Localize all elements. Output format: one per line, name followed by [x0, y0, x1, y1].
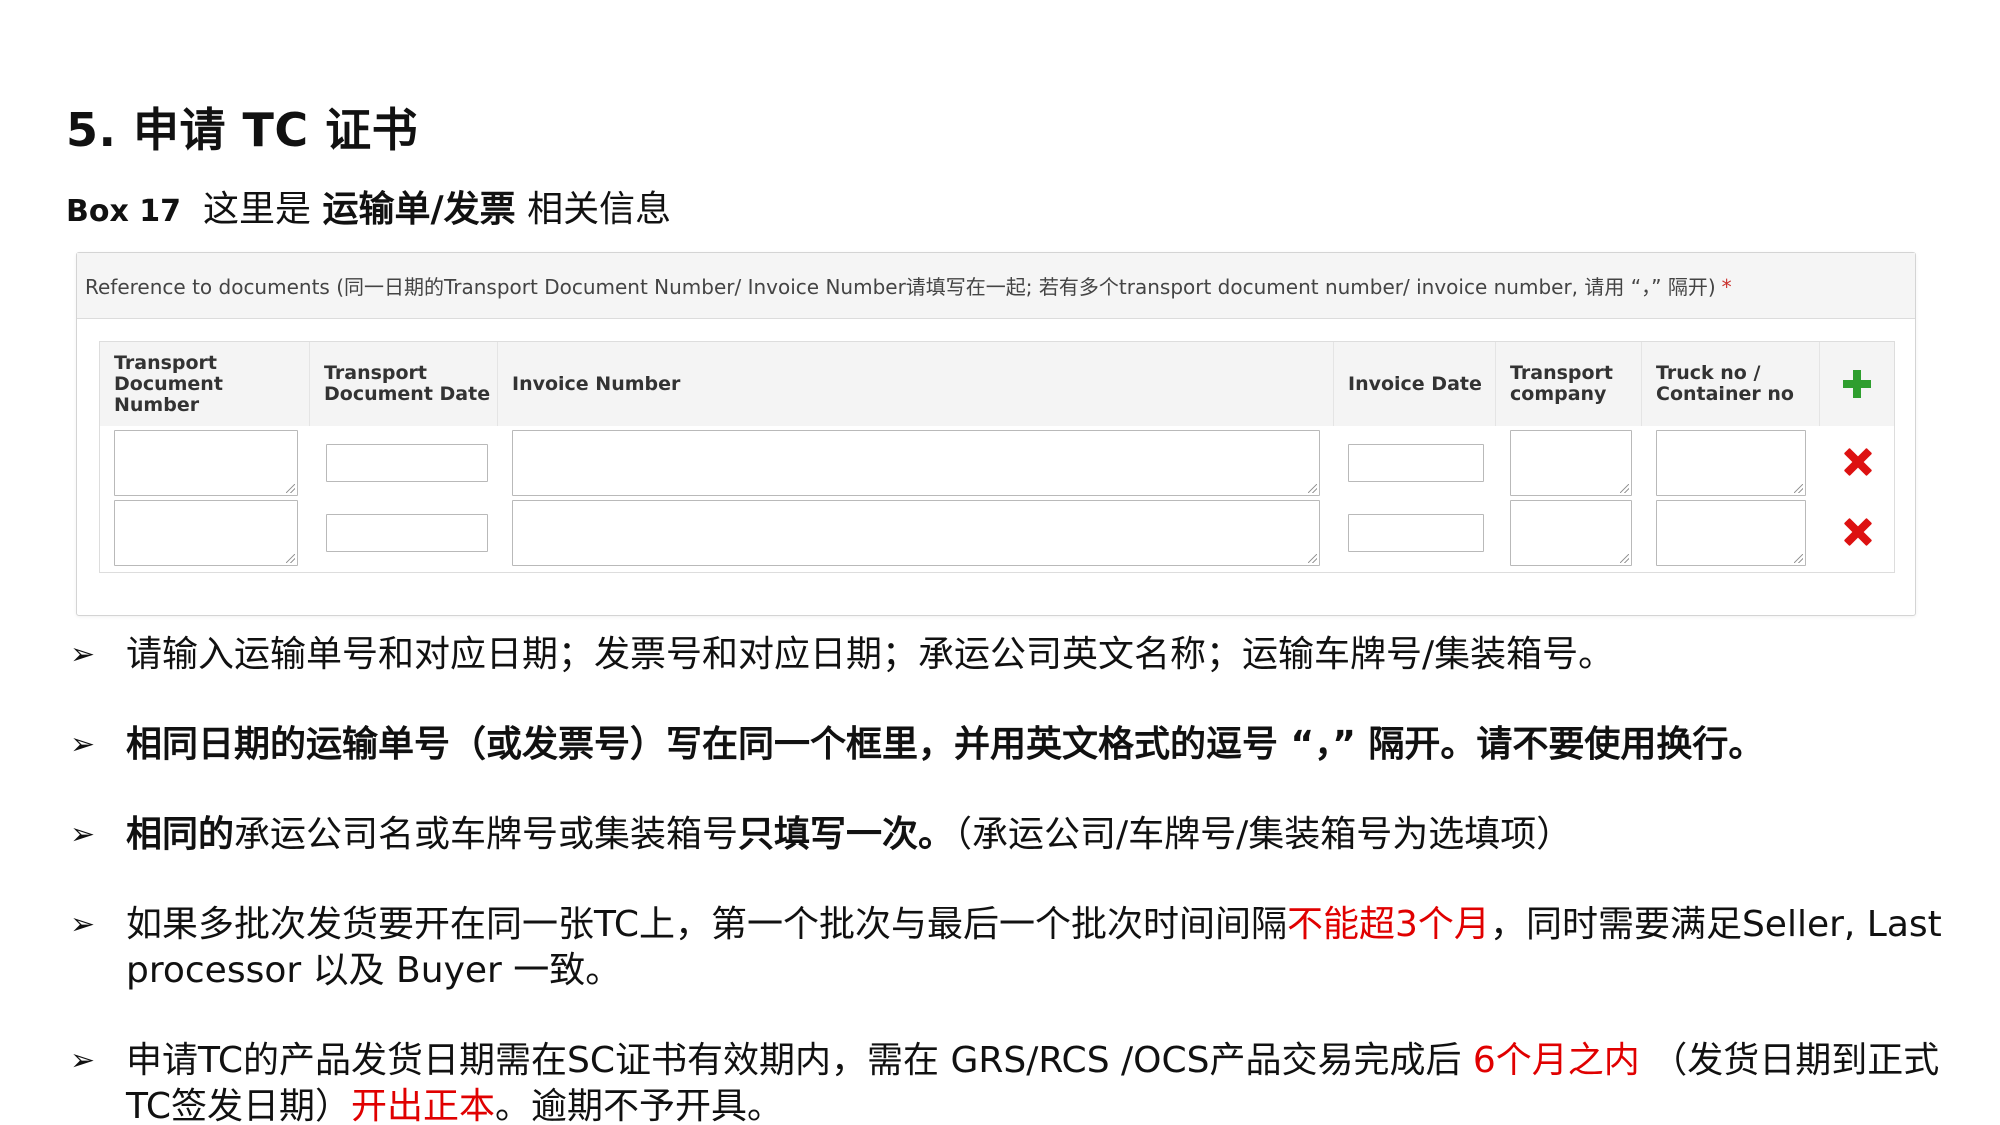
transport-doc-number-input[interactable] — [114, 430, 298, 496]
bullet-text: 请输入运输单号和对应日期；发票号和对应日期；承运公司英文名称；运输车牌号/集装箱… — [126, 634, 1615, 675]
invoice-date-input[interactable] — [1348, 514, 1484, 552]
box-label: Box 17 — [66, 194, 182, 229]
plain-text: 承运公司名或车牌号或集装箱号 — [234, 814, 739, 855]
close-icon[interactable] — [1845, 519, 1871, 545]
field-label: Reference to documents (同一日期的Transport D… — [85, 275, 1716, 299]
transport-company-input[interactable] — [1510, 430, 1632, 496]
panel-header: Reference to documents (同一日期的Transport D… — [77, 253, 1915, 319]
truck-container-no-input[interactable] — [1656, 430, 1806, 496]
invoice-date-input[interactable] — [1348, 444, 1484, 482]
bullet-text: 相同日期的运输单号（或发票号）写在同一个框里，并用英文格式的逗号 “，” 隔开。… — [126, 724, 1765, 765]
transport-doc-date-input[interactable] — [326, 514, 488, 552]
required-mark: * — [1721, 275, 1732, 299]
section-title: 申请 TC 证书 — [133, 103, 419, 157]
highlight-text: 开出正本 — [351, 1086, 496, 1125]
documents-table: Transport Document Number Transport Docu… — [99, 341, 1895, 573]
page-title: 5. 申请 TC 证书 — [66, 94, 418, 160]
bullet-text: 申请TC的产品发货日期需在SC证书有效期内，需在 GRS/RCS /OCS产品交… — [126, 1038, 1956, 1125]
subtitle-prefix: 这里是 — [203, 189, 323, 230]
column-header-invoice-number: Invoice Number — [498, 342, 1334, 426]
plain-text: 如果多批次发货要开在同一张TC上，第一个批次与最后一个批次时间间隔 — [126, 904, 1288, 945]
column-header-invoice-date: Invoice Date — [1334, 342, 1496, 426]
plain-text: （承运公司/车牌号/集装箱号为选填项） — [954, 814, 1573, 855]
column-header-transport-doc-date: Transport Document Date — [310, 342, 498, 426]
transport-doc-number-input[interactable] — [114, 500, 298, 566]
arrow-bullet-icon: ➢ — [70, 817, 96, 852]
reference-documents-panel: Reference to documents (同一日期的Transport D… — [76, 252, 1916, 616]
plain-text: 。逾期不予开具。 — [495, 1086, 784, 1125]
bold-text: 只填写一次。 — [738, 814, 955, 855]
column-header-transport-doc-number: Transport Document Number — [100, 342, 310, 426]
plain-text: 申请TC的产品发货日期需在SC证书有效期内，需在 GRS/RCS /OCS产品交… — [126, 1040, 1473, 1081]
arrow-bullet-icon: ➢ — [70, 907, 96, 942]
highlight-text: 6个月之内 — [1472, 1040, 1640, 1081]
subtitle-bold: 运输单/发票 — [322, 189, 516, 230]
plus-icon[interactable] — [1843, 370, 1871, 398]
section-subtitle: Box 17 这里是 运输单/发票 相关信息 — [66, 180, 671, 232]
highlight-text: 不能超3个月 — [1287, 904, 1490, 945]
column-header-transport-company: Transport company — [1496, 342, 1642, 426]
add-row-cell — [1820, 342, 1894, 426]
section-number: 5. — [66, 103, 117, 157]
truck-container-no-input[interactable] — [1656, 500, 1806, 566]
bold-text: 相同的 — [126, 814, 235, 855]
transport-doc-date-input[interactable] — [326, 444, 488, 482]
close-icon[interactable] — [1845, 449, 1871, 475]
subtitle-suffix: 相关信息 — [515, 189, 672, 230]
invoice-number-input[interactable] — [512, 430, 1320, 496]
arrow-bullet-icon: ➢ — [70, 1043, 96, 1078]
arrow-bullet-icon: ➢ — [70, 727, 96, 762]
invoice-number-input[interactable] — [512, 500, 1320, 566]
bullet-text: 如果多批次发货要开在同一张TC上，第一个批次与最后一个批次时间间隔不能超3个月，… — [126, 902, 1956, 994]
bullet-text: 相同的承运公司名或车牌号或集装箱号只填写一次。（承运公司/车牌号/集装箱号为选填… — [126, 812, 1956, 858]
arrow-bullet-icon: ➢ — [70, 637, 96, 672]
transport-company-input[interactable] — [1510, 500, 1632, 566]
column-header-truck-container-no: Truck no / Container no — [1642, 342, 1820, 426]
